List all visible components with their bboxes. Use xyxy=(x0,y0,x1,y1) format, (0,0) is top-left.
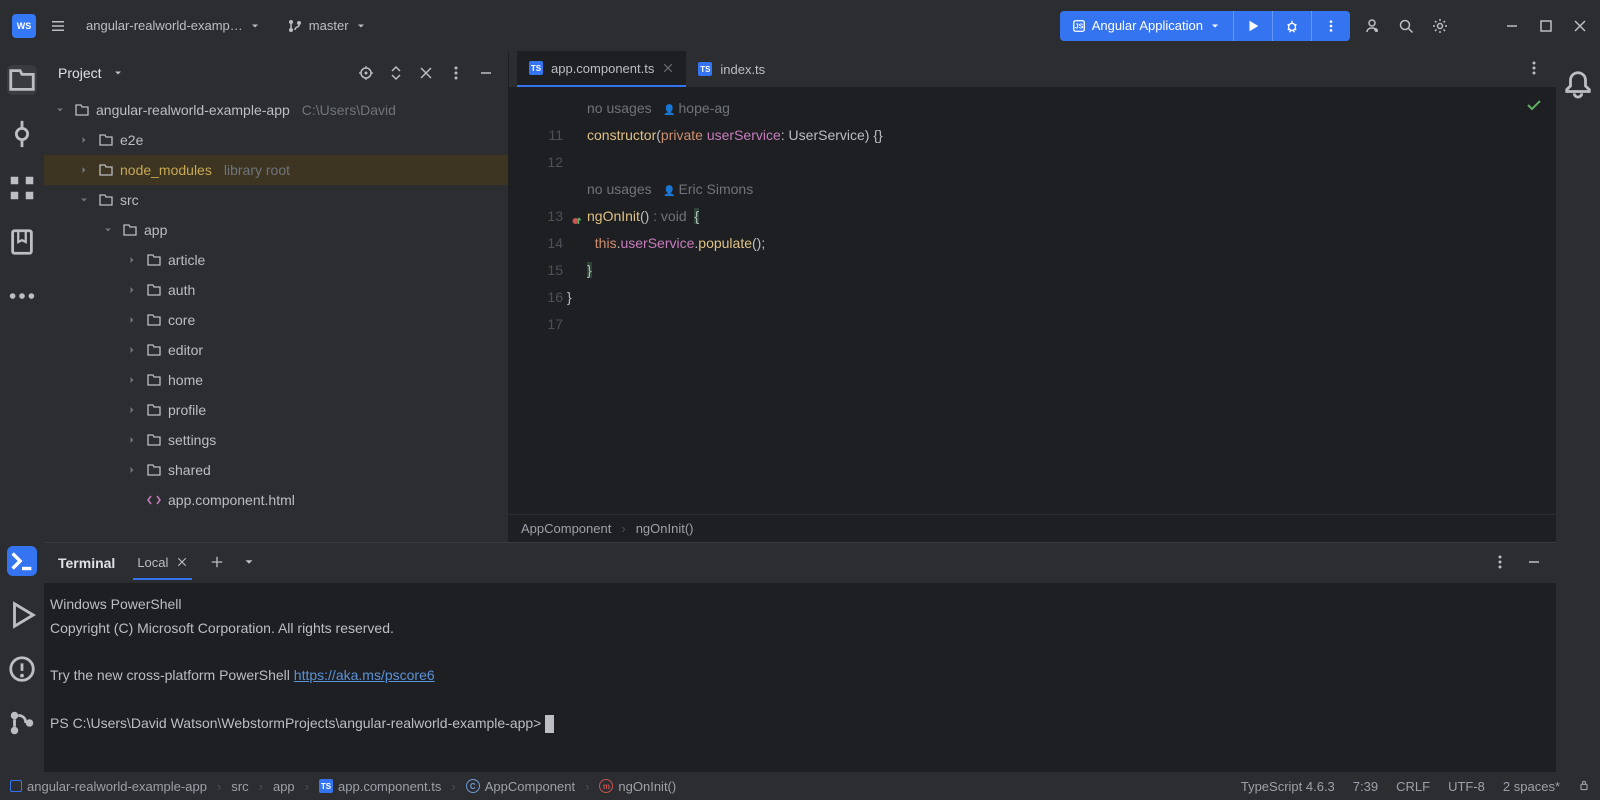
more-icon[interactable] xyxy=(448,65,464,81)
tree-item[interactable]: node_moduleslibrary root xyxy=(44,155,508,185)
problems-tool-button[interactable] xyxy=(7,654,37,684)
editor-breadcrumb[interactable]: AppComponent › ngOnInit() xyxy=(509,514,1556,542)
select-opened-file-icon[interactable] xyxy=(358,65,374,81)
tree-item[interactable]: angular-realworld-example-appC:\Users\Da… xyxy=(44,95,508,125)
terminal-tab-label: Local xyxy=(137,555,168,570)
run-tool-button[interactable] xyxy=(7,600,37,630)
terminal-more-icon[interactable] xyxy=(1492,554,1508,573)
breadcrumb-item[interactable]: ngOnInit() xyxy=(636,521,694,536)
typescript-version[interactable]: TypeScript 4.6.3 xyxy=(1241,779,1335,794)
terminal-body[interactable]: Windows PowerShellCopyright (C) Microsof… xyxy=(44,583,1556,772)
new-terminal-icon[interactable] xyxy=(210,555,224,572)
settings-icon[interactable] xyxy=(1432,18,1448,34)
terminal-tab[interactable]: Local xyxy=(133,547,192,580)
git-branch-dropdown[interactable]: master xyxy=(281,14,373,38)
terminal-tool-window: Terminal Local Windows PowerShellCopyrig… xyxy=(44,542,1556,772)
project-name: angular-realworld-examp… xyxy=(86,18,243,33)
tree-item[interactable]: article xyxy=(44,245,508,275)
more-tools-button[interactable] xyxy=(7,281,37,311)
project-tool-title: Project xyxy=(58,65,102,81)
branch-name: master xyxy=(309,18,349,33)
indent-status[interactable]: 2 spaces* xyxy=(1503,779,1560,794)
nav-bar-item[interactable]: mngOnInit() xyxy=(599,779,676,794)
hamburger-icon[interactable] xyxy=(50,18,66,34)
vcs-tool-button[interactable] xyxy=(7,708,37,738)
tabs-more-icon[interactable] xyxy=(1512,60,1556,79)
nav-bar-item[interactable]: TSapp.component.ts xyxy=(319,779,441,794)
close-window-icon[interactable] xyxy=(1572,18,1588,34)
terminal-tool-button[interactable] xyxy=(7,546,37,576)
minimize-window-icon[interactable] xyxy=(1504,18,1520,34)
readonly-lock-icon[interactable] xyxy=(1578,779,1590,794)
structure-tool-button[interactable] xyxy=(7,173,37,203)
bookmarks-tool-button[interactable] xyxy=(7,227,37,257)
run-config-dropdown[interactable]: JS Angular Application xyxy=(1060,11,1233,41)
project-tool-window: Project angular-realworld-example-appC:\… xyxy=(44,51,509,542)
nav-bar-item[interactable]: src xyxy=(231,779,248,794)
caret-position[interactable]: 7:39 xyxy=(1353,779,1378,794)
editor-tab[interactable]: TSindex.ts xyxy=(686,51,777,87)
notifications-tool-button[interactable] xyxy=(1563,69,1593,99)
terminal-title: Terminal xyxy=(58,555,115,571)
code-with-me-icon[interactable] xyxy=(1364,18,1380,34)
nav-bar-item[interactable]: CAppComponent xyxy=(466,779,575,794)
tree-item[interactable]: home xyxy=(44,365,508,395)
inspection-ok-icon[interactable] xyxy=(1526,97,1542,116)
file-encoding[interactable]: UTF-8 xyxy=(1448,779,1485,794)
tree-item[interactable]: core xyxy=(44,305,508,335)
line-separator[interactable]: CRLF xyxy=(1396,779,1430,794)
nav-bar-item[interactable]: angular-realworld-example-app xyxy=(10,779,207,794)
search-icon[interactable] xyxy=(1398,18,1414,34)
project-tool-button[interactable] xyxy=(7,65,37,95)
run-config-name: Angular Application xyxy=(1092,18,1203,33)
project-tree[interactable]: angular-realworld-example-appC:\Users\Da… xyxy=(44,95,508,542)
expand-all-icon[interactable] xyxy=(388,65,404,81)
breadcrumb-item[interactable]: AppComponent xyxy=(521,521,611,536)
project-dropdown[interactable]: angular-realworld-examp… xyxy=(80,14,267,37)
run-button[interactable] xyxy=(1233,11,1272,41)
tree-item[interactable]: profile xyxy=(44,395,508,425)
maximize-window-icon[interactable] xyxy=(1538,18,1554,34)
svg-text:JS: JS xyxy=(1074,23,1083,30)
right-tool-stripe xyxy=(1556,51,1600,772)
run-config-widget: JS Angular Application xyxy=(1060,11,1350,41)
tree-item[interactable]: e2e xyxy=(44,125,508,155)
editor-tab[interactable]: TSapp.component.ts xyxy=(517,51,686,87)
run-more-button[interactable] xyxy=(1311,11,1350,41)
hide-icon[interactable] xyxy=(478,65,494,81)
commit-tool-button[interactable] xyxy=(7,119,37,149)
chevron-down-icon[interactable] xyxy=(112,67,124,79)
gutter: 11121314151617 xyxy=(509,87,587,514)
tree-item[interactable]: app xyxy=(44,215,508,245)
tree-item[interactable]: src xyxy=(44,185,508,215)
tree-item[interactable]: settings xyxy=(44,425,508,455)
code-body[interactable]: no usages hope-agconstructor(private use… xyxy=(587,87,1556,514)
tree-item[interactable]: shared xyxy=(44,455,508,485)
tree-item[interactable]: editor xyxy=(44,335,508,365)
ide-logo: WS xyxy=(12,14,36,38)
terminal-dropdown-icon[interactable] xyxy=(242,555,256,572)
title-bar: WS angular-realworld-examp… master JS An… xyxy=(0,0,1600,51)
debug-button[interactable] xyxy=(1272,11,1311,41)
tree-item[interactable]: auth xyxy=(44,275,508,305)
editor-tabs: TSapp.component.tsTSindex.ts xyxy=(509,51,1556,87)
terminal-hide-icon[interactable] xyxy=(1526,554,1542,573)
tree-item[interactable]: app.component.html xyxy=(44,485,508,515)
nav-bar-item[interactable]: app xyxy=(273,779,295,794)
close-icon[interactable] xyxy=(418,65,434,81)
editor-area: TSapp.component.tsTSindex.ts 11121314151… xyxy=(509,51,1556,542)
code-editor[interactable]: 11121314151617 no usages hope-agconstruc… xyxy=(509,87,1556,514)
close-icon[interactable] xyxy=(176,556,188,568)
left-tool-stripe xyxy=(0,51,44,772)
status-bar: angular-realworld-example-app › src › ap… xyxy=(0,772,1600,800)
